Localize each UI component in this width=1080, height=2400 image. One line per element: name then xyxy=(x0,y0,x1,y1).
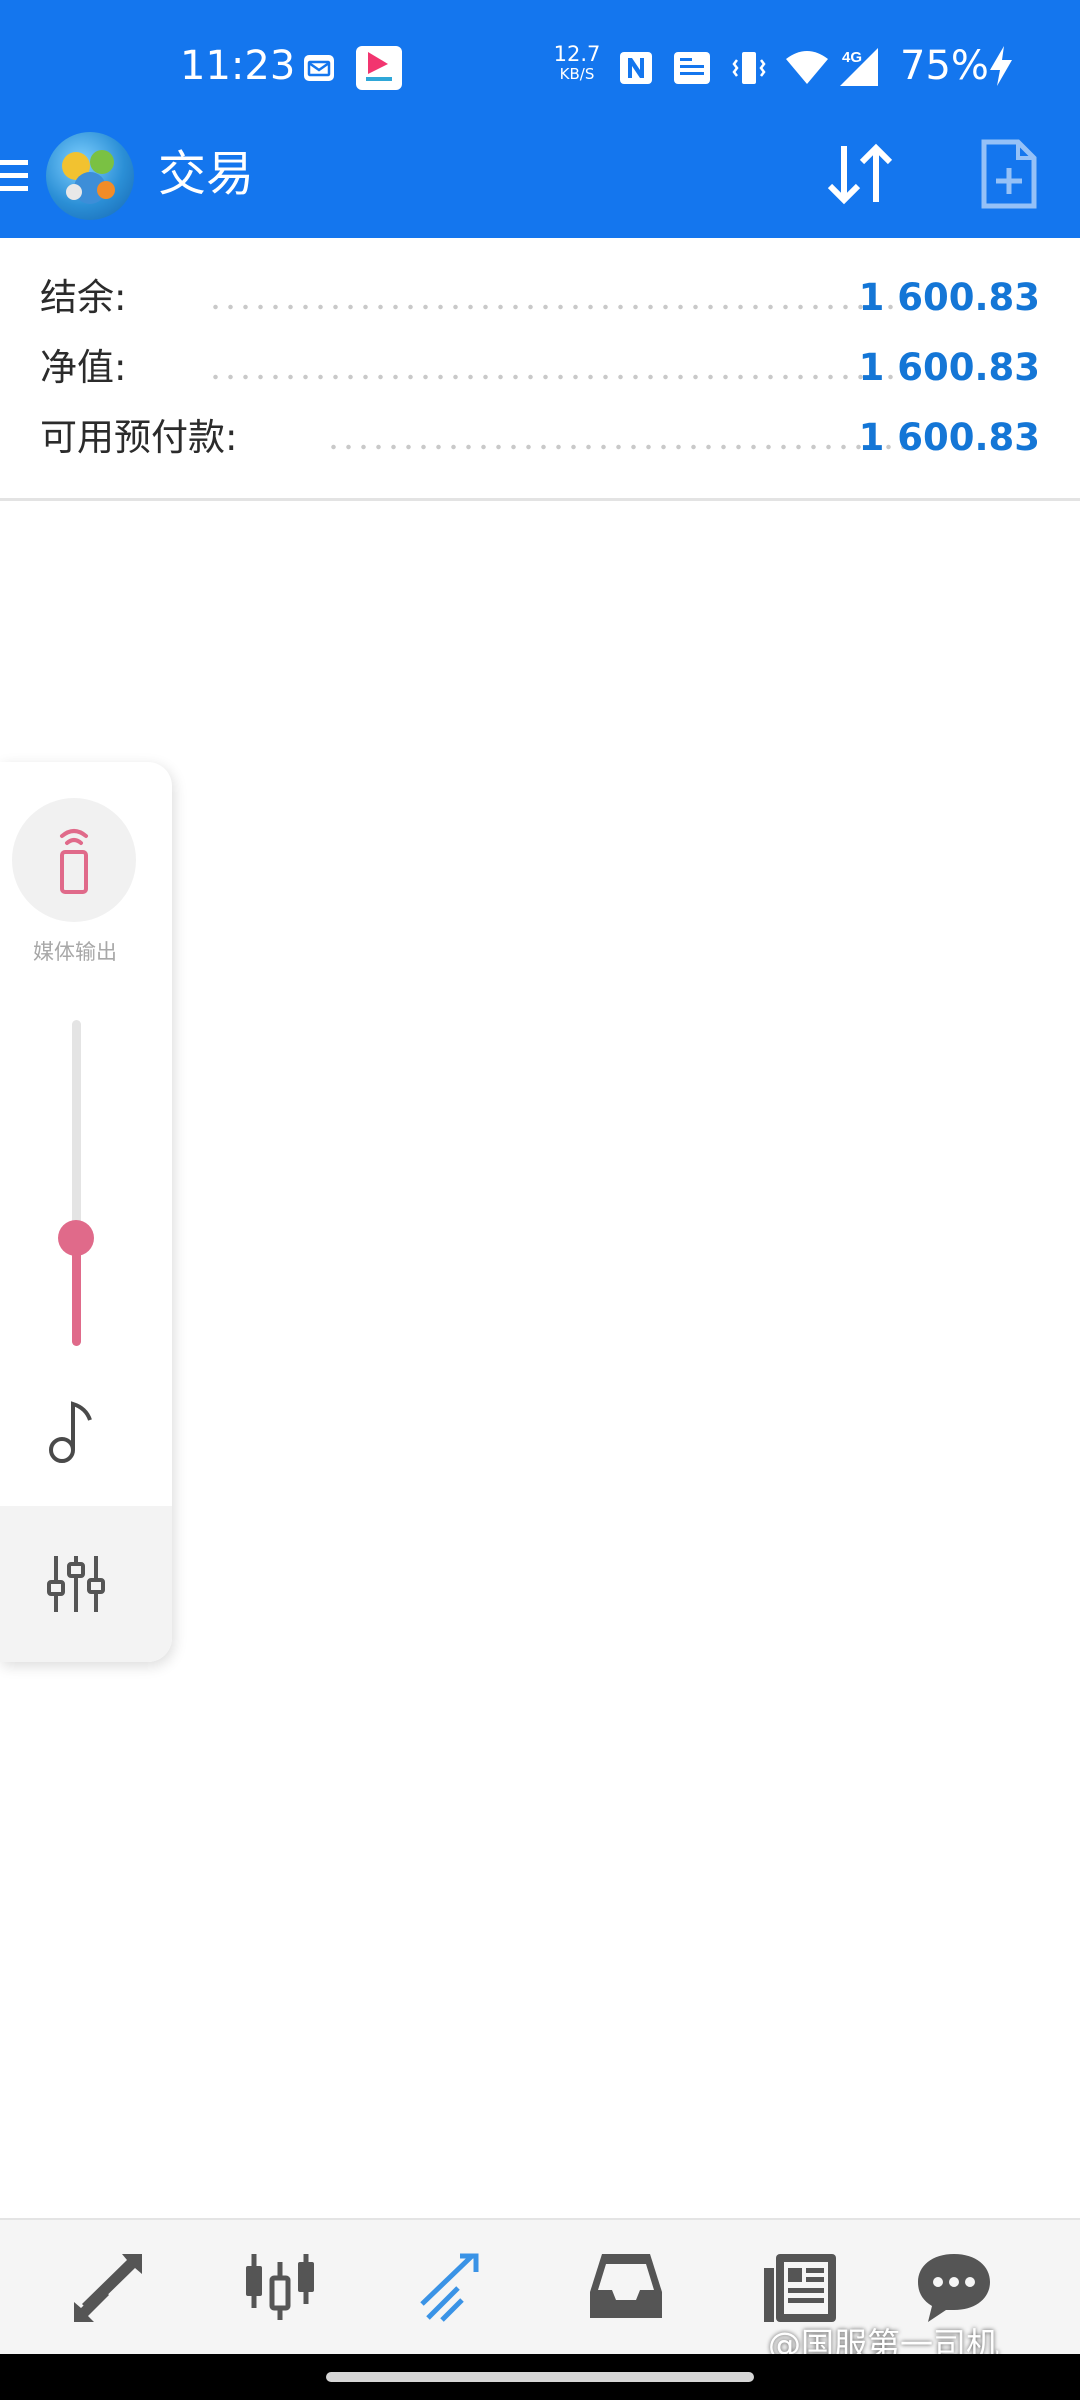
vibrate-icon xyxy=(730,48,768,88)
free-margin-value: 1 600.83 xyxy=(858,416,1040,459)
free-margin-label: 可用预付款: xyxy=(40,416,238,459)
mail-icon xyxy=(303,53,335,83)
dotted-leader xyxy=(208,374,898,380)
equity-value: 1 600.83 xyxy=(858,346,1040,389)
free-margin-row: 可用预付款: 1 600.83 xyxy=(40,408,1040,468)
slider-thumb[interactable] xyxy=(58,1220,94,1256)
dotted-leader xyxy=(326,444,906,450)
media-output-button[interactable] xyxy=(12,798,136,922)
chart-icon[interactable] xyxy=(240,2248,320,2328)
equity-label: 净值: xyxy=(40,346,127,389)
messages-icon[interactable] xyxy=(914,2248,994,2328)
new-order-icon[interactable] xyxy=(978,138,1038,210)
signal-4g-icon: 4G xyxy=(838,46,882,88)
balance-label: 结余: xyxy=(40,276,127,319)
battery-percent: 75% xyxy=(900,43,989,89)
svg-text:4G: 4G xyxy=(842,49,862,66)
dotted-leader xyxy=(208,304,898,310)
charging-icon xyxy=(986,44,1016,88)
quotes-icon[interactable] xyxy=(68,2248,148,2328)
sort-icon[interactable] xyxy=(822,140,898,208)
home-indicator[interactable] xyxy=(326,2372,754,2382)
history-icon[interactable] xyxy=(586,2248,666,2328)
net-speed-indicator: 12.7 KB/S xyxy=(552,44,602,84)
balance-row: 结余: 1 600.83 xyxy=(40,268,1040,328)
volume-panel: 媒体输出 xyxy=(0,762,172,1662)
volte-icon xyxy=(672,50,712,86)
cast-icon xyxy=(50,822,98,898)
net-speed-unit: KB/S xyxy=(559,65,595,83)
menu-icon[interactable] xyxy=(0,154,30,198)
account-summary: 结余: 1 600.83 净值: 1 600.83 可用预付款: 1 600.8… xyxy=(0,238,1080,501)
media-output-label: 媒体输出 xyxy=(33,940,117,964)
equalizer-icon[interactable] xyxy=(44,1552,108,1616)
app-bar: 交易 xyxy=(0,132,1080,238)
page-title: 交易 xyxy=(158,146,255,202)
app-logo xyxy=(46,132,134,220)
net-speed-value: 12.7 xyxy=(553,42,601,66)
music-note-icon[interactable] xyxy=(48,1398,104,1466)
trade-icon[interactable] xyxy=(414,2248,494,2328)
status-time: 11:23 xyxy=(180,43,296,89)
gesture-bar xyxy=(0,2354,1080,2400)
wifi-icon xyxy=(784,48,830,86)
nfc-icon xyxy=(618,50,654,86)
news-icon[interactable] xyxy=(760,2248,840,2328)
screen: 11:23 12.7 KB/S 4G 75% 交易 结余: 1 600.83 净… xyxy=(0,0,1080,2400)
equity-row: 净值: 1 600.83 xyxy=(40,338,1040,398)
app-notification-icon xyxy=(356,46,402,90)
balance-value: 1 600.83 xyxy=(858,276,1040,319)
status-bar: 11:23 12.7 KB/S 4G 75% xyxy=(0,0,1080,132)
volume-slider[interactable] xyxy=(58,1020,94,1346)
panel-footer xyxy=(0,1506,172,1662)
